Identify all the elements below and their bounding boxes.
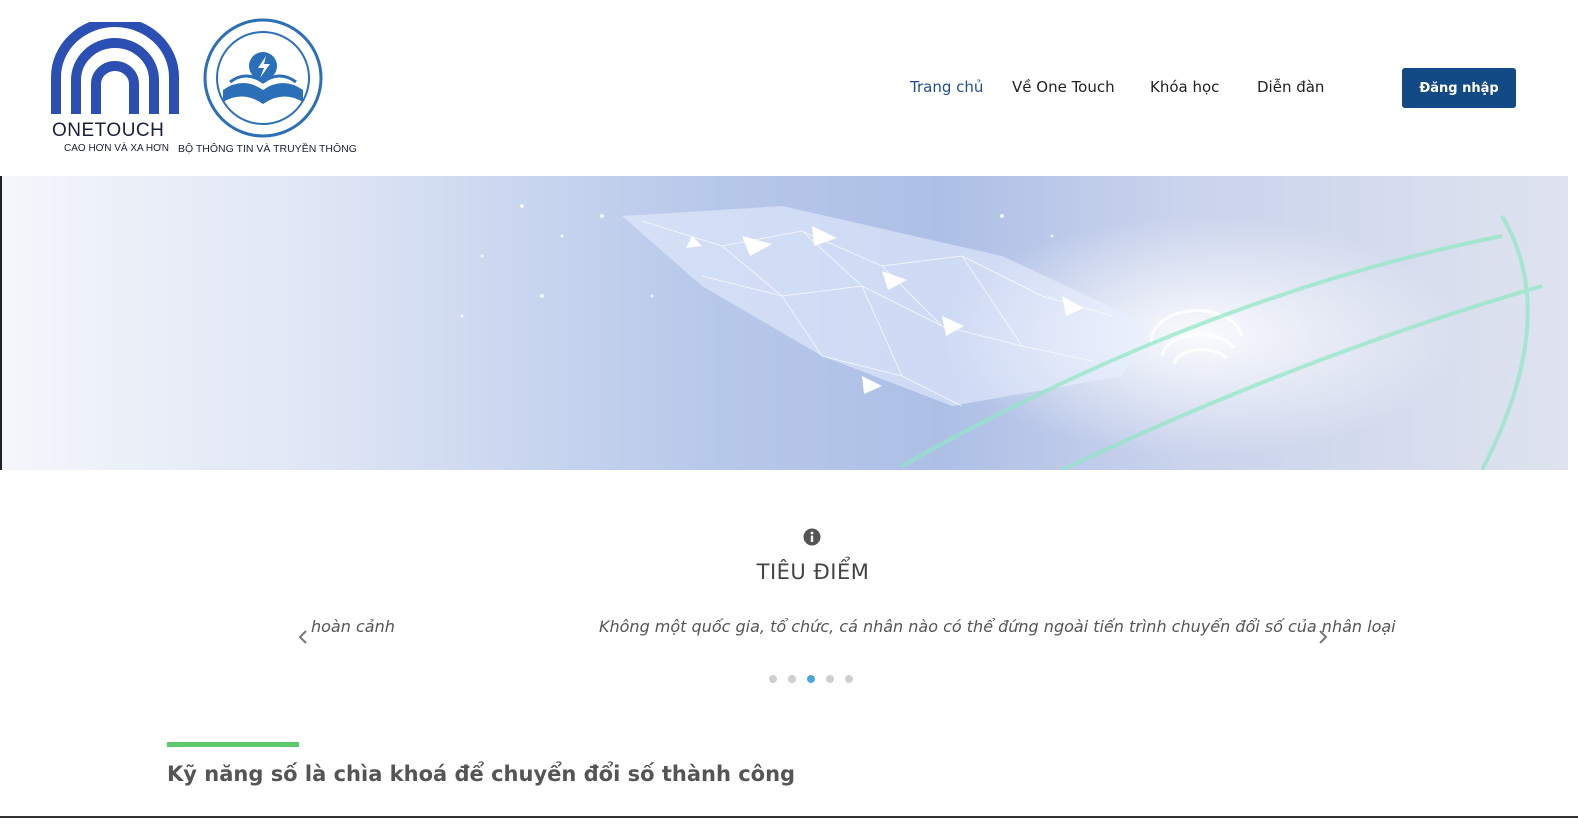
hero-digital-hand-image	[460, 204, 1543, 470]
login-button[interactable]: Đăng nhập	[1402, 68, 1516, 108]
nav-item-forum[interactable]: Diễn đàn	[1257, 78, 1324, 96]
carousel-dot[interactable]	[826, 675, 834, 683]
section-divider	[0, 816, 1578, 818]
onetouch-tagline: CAO HƠN VÀ XA HƠN	[64, 143, 169, 154]
nav-item-home[interactable]: Trang chủ	[910, 78, 983, 96]
carousel-dot[interactable]	[769, 675, 777, 683]
carousel-slide-text-prev[interactable]: hoàn cảnh	[311, 617, 395, 636]
carousel-slide-text-current[interactable]: Không một quốc gia, tổ chức, cá nhân nào…	[599, 617, 1396, 636]
nav-item-courses[interactable]: Khóa học	[1150, 78, 1219, 96]
carousel-next-icon[interactable]	[1316, 628, 1330, 646]
info-icon	[803, 528, 821, 546]
nav-item-about[interactable]: Về One Touch	[1012, 78, 1115, 96]
carousel-dot[interactable]	[845, 675, 853, 683]
onetouch-logo[interactable]: ONETOUCH CAO HƠN VÀ XA HƠN	[50, 17, 180, 157]
ministry-logo[interactable]: BỘ THÔNG TIN VÀ TRUYỀN THÔNG	[178, 18, 357, 158]
carousel-dots	[769, 675, 853, 683]
site-header: ONETOUCH CAO HƠN VÀ XA HƠN BỘ THÔNG TIN …	[0, 0, 1578, 176]
focus-section-title: TIÊU ĐIỂM	[756, 560, 870, 584]
hero-banner	[0, 176, 1568, 470]
article-accent-bar	[167, 742, 299, 747]
onetouch-brand-text: ONETOUCH	[52, 120, 165, 141]
ministry-seal-icon	[203, 18, 323, 138]
carousel-dot-active[interactable]	[807, 675, 815, 683]
onetouch-arch-icon	[51, 17, 179, 114]
carousel-prev-icon[interactable]	[296, 628, 310, 646]
ministry-caption: BỘ THÔNG TIN VÀ TRUYỀN THÔNG	[178, 143, 357, 155]
article-title[interactable]: Kỹ năng số là chìa khoá để chuyển đổi số…	[167, 762, 795, 786]
carousel-dot[interactable]	[788, 675, 796, 683]
